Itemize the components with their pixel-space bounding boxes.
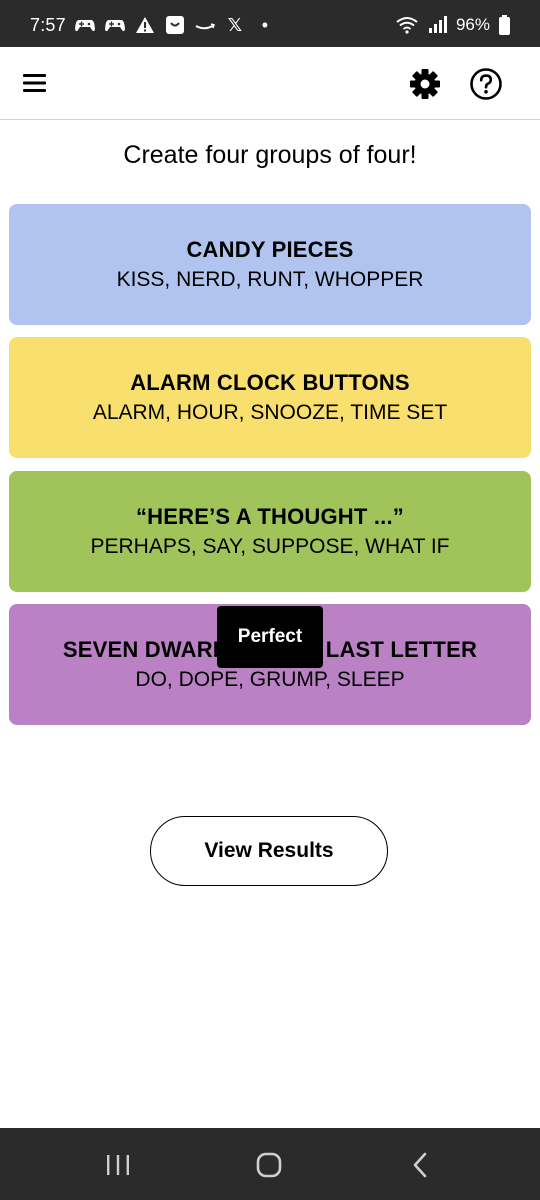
- group-title: ALARM CLOCK BUTTONS: [130, 369, 410, 395]
- view-results-button[interactable]: View Results: [150, 816, 388, 886]
- navigation-bar: [0, 1128, 540, 1200]
- wifi-icon: [396, 14, 418, 36]
- group-members: PERHAPS, SAY, SUPPOSE, WHAT IF: [90, 534, 450, 558]
- shopping-bag-icon: [164, 14, 186, 36]
- solved-group: ALARM CLOCK BUTTONS ALARM, HOUR, SNOOZE,…: [9, 337, 531, 458]
- group-members: ALARM, HOUR, SNOOZE, TIME SET: [92, 400, 448, 424]
- home-icon[interactable]: [254, 1150, 284, 1180]
- solved-group: CANDY PIECES KISS, NERD, RUNT, WHOPPER: [9, 204, 531, 325]
- group-title: “HERE’S A THOUGHT ...”: [135, 503, 404, 529]
- help-circle-icon[interactable]: [469, 67, 503, 101]
- x-icon: 𝕏: [227, 14, 243, 35]
- game-controller-icon: [104, 14, 126, 36]
- group-title: CANDY PIECES: [186, 236, 354, 262]
- status-right: 96%: [396, 13, 510, 37]
- solved-group: “HERE’S A THOUGHT ...” PERHAPS, SAY, SUP…: [9, 471, 531, 592]
- dot-icon: •: [261, 14, 268, 35]
- toast-message: Perfect: [217, 606, 323, 668]
- app-header: [0, 47, 540, 120]
- recents-icon[interactable]: [103, 1150, 133, 1180]
- hamburger-icon[interactable]: [22, 71, 48, 95]
- signal-icon: [426, 14, 448, 36]
- group-members: KISS, NERD, RUNT, WHOPPER: [116, 267, 424, 291]
- game-controller-icon: [74, 14, 96, 36]
- warning-icon: [134, 14, 156, 36]
- instructions-text: Create four groups of four!: [123, 141, 417, 169]
- back-icon[interactable]: [405, 1150, 435, 1180]
- battery-percent: 96%: [455, 15, 490, 34]
- status-bar: 7:57 𝕏 • 96%: [0, 0, 540, 47]
- group-members: DO, DOPE, GRUMP, SLEEP: [135, 667, 405, 691]
- battery-icon: [498, 14, 510, 36]
- status-left: 7:57 𝕏 •: [30, 13, 276, 37]
- status-time: 7:57: [30, 14, 66, 35]
- gear-icon[interactable]: [408, 67, 442, 101]
- amazon-icon: [194, 14, 216, 36]
